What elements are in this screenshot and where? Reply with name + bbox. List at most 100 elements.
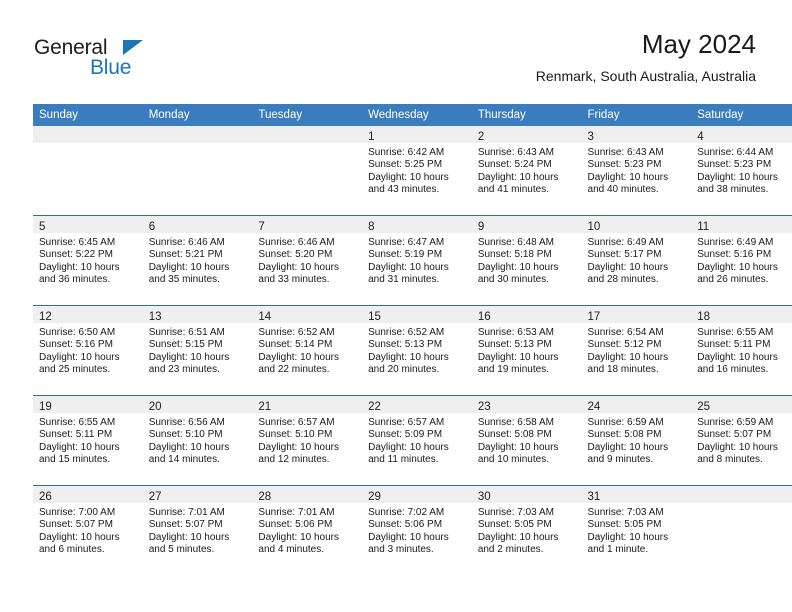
daylight-text-line2: and 18 minutes.: [587, 364, 659, 376]
sunset-text: Sunset: 5:19 PM: [368, 249, 443, 261]
day-number: 26: [39, 491, 52, 503]
day-number-band: 31: [581, 486, 692, 503]
sunrise-text: Sunrise: 6:51 AM: [148, 327, 225, 338]
calendar-day-cell[interactable]: 17 Sunrise: 6:54 AM Sunset: 5:12 PM Dayligh…: [581, 305, 692, 396]
day-number-band: 13: [142, 306, 253, 323]
calendar-day-cell[interactable]: 7 Sunrise: 6:46 AM Sunset: 5:20 PM Daylight…: [252, 215, 363, 306]
calendar-day-cell[interactable]: 2 Sunrise: 6:43 AM Sunset: 5:24 PM Daylight…: [471, 126, 582, 216]
day-number: 5: [39, 221, 46, 233]
day-number-band: 25: [691, 396, 792, 413]
day-cell-details: Sunrise: 7:01 AM Sunset: 5:07 PM Daylight:…: [143, 503, 253, 557]
calendar-day-cell[interactable]: 8 Sunrise: 6:47 AM Sunset: 5:19 PM Daylight…: [362, 215, 472, 306]
sunset-text: Sunset: 5:23 PM: [697, 159, 772, 171]
day-cell-inner: 5 Sunrise: 6:45 AM Sunset: 5:22 PM Daylight…: [33, 216, 143, 305]
calendar-day-cell[interactable]: 29 Sunrise: 7:02 AM Sunset: 5:06 PM Dayligh…: [362, 485, 472, 575]
day-cell-inner: [691, 486, 792, 575]
calendar-day-cell[interactable]: 22 Sunrise: 6:57 AM Sunset: 5:09 PM Dayligh…: [362, 395, 472, 486]
day-number-band: 7: [252, 216, 363, 233]
sunrise-text: Sunrise: 6:52 AM: [368, 327, 445, 338]
day-cell-inner: 23 Sunrise: 6:58 AM Sunset: 5:08 PM Dayligh…: [471, 396, 582, 485]
day-number-band: 22: [362, 396, 472, 413]
calendar-day-cell[interactable]: 5 Sunrise: 6:45 AM Sunset: 5:22 PM Daylight…: [33, 215, 143, 306]
weekday-header-friday: Friday: [581, 104, 692, 126]
day-number: 6: [148, 221, 156, 233]
day-cell-details: Sunrise: 6:59 AM Sunset: 5:08 PM Daylight:…: [582, 413, 692, 467]
calendar-day-cell[interactable]: 12 Sunrise: 6:50 AM Sunset: 5:16 PM Dayligh…: [33, 305, 143, 396]
day-cell-inner: 26 Sunrise: 7:00 AM Sunset: 5:07 PM Dayligh…: [33, 486, 143, 575]
sunset-text: Sunset: 5:24 PM: [477, 159, 552, 171]
calendar-day-cell[interactable]: [33, 126, 143, 216]
calendar-day-cell[interactable]: 10 Sunrise: 6:49 AM Sunset: 5:17 PM Dayligh…: [581, 215, 692, 306]
calendar-day-cell[interactable]: 19 Sunrise: 6:55 AM Sunset: 5:11 PM Dayligh…: [33, 395, 143, 486]
daylight-text-line1: Daylight: 10 hours: [39, 441, 120, 453]
day-number-band: 19: [33, 396, 143, 413]
calendar-day-cell[interactable]: 1 Sunrise: 6:42 AM Sunset: 5:25 PM Daylight…: [362, 126, 472, 216]
calendar-day-cell[interactable]: 27 Sunrise: 7:01 AM Sunset: 5:07 PM Dayligh…: [142, 485, 253, 575]
day-cell-inner: 14 Sunrise: 6:52 AM Sunset: 5:14 PM Dayligh…: [252, 306, 363, 395]
calendar-day-cell[interactable]: [142, 126, 253, 216]
day-number: 21: [258, 401, 272, 413]
day-cell-details: Sunrise: 6:57 AM Sunset: 5:09 PM Daylight:…: [362, 413, 472, 467]
day-cell-details: Sunrise: 6:50 AM Sunset: 5:16 PM Daylight:…: [33, 323, 143, 377]
sunrise-text: Sunrise: 6:44 AM: [697, 147, 774, 158]
calendar-day-cell[interactable]: 6 Sunrise: 6:46 AM Sunset: 5:21 PM Daylight…: [142, 215, 253, 306]
calendar-day-cell[interactable]: 9 Sunrise: 6:48 AM Sunset: 5:18 PM Daylight…: [471, 215, 582, 306]
day-number: 7: [258, 221, 265, 233]
daylight-text-line1: Daylight: 10 hours: [587, 531, 669, 543]
sunrise-text: Sunrise: 7:02 AM: [368, 507, 445, 518]
calendar-day-cell[interactable]: [252, 126, 363, 216]
calendar-day-cell[interactable]: 14 Sunrise: 6:52 AM Sunset: 5:14 PM Dayligh…: [252, 305, 363, 396]
calendar-day-cell[interactable]: 18 Sunrise: 6:55 AM Sunset: 5:11 PM Dayligh…: [691, 305, 792, 396]
calendar-day-cell[interactable]: 21 Sunrise: 6:57 AM Sunset: 5:10 PM Dayligh…: [252, 395, 363, 486]
day-cell-details: Sunrise: 6:46 AM Sunset: 5:20 PM Daylight:…: [252, 233, 362, 287]
calendar-day-cell[interactable]: 13 Sunrise: 6:51 AM Sunset: 5:15 PM Dayligh…: [142, 305, 253, 396]
sunset-text: Sunset: 5:05 PM: [477, 519, 552, 531]
calendar-day-cell[interactable]: 4 Sunrise: 6:44 AM Sunset: 5:23 PM Daylight…: [691, 126, 792, 216]
sunrise-text: Sunrise: 6:47 AM: [368, 237, 445, 248]
sunset-text: Sunset: 5:12 PM: [587, 339, 662, 351]
calendar-day-cell[interactable]: 26 Sunrise: 7:00 AM Sunset: 5:07 PM Dayligh…: [33, 485, 143, 575]
calendar-day-cell[interactable]: [691, 485, 792, 575]
calendar-page: General Blue May 2024 Renmark, South Aus…: [0, 0, 792, 612]
calendar-day-cell[interactable]: 31 Sunrise: 7:03 AM Sunset: 5:05 PM Dayligh…: [581, 485, 692, 575]
day-number-band: 3: [581, 126, 692, 143]
calendar-day-cell[interactable]: 3 Sunrise: 6:43 AM Sunset: 5:23 PM Daylight…: [581, 126, 692, 216]
day-number-band: 9: [471, 216, 582, 233]
day-cell-inner: 29 Sunrise: 7:02 AM Sunset: 5:06 PM Dayligh…: [362, 486, 472, 575]
daylight-text-line2: and 8 minutes.: [697, 454, 763, 466]
calendar-day-cell[interactable]: 15 Sunrise: 6:52 AM Sunset: 5:13 PM Dayligh…: [362, 305, 472, 396]
calendar-day-cell[interactable]: 30 Sunrise: 7:03 AM Sunset: 5:05 PM Dayligh…: [471, 485, 582, 575]
sunrise-text: Sunrise: 7:01 AM: [258, 507, 335, 518]
calendar-day-cell[interactable]: 11 Sunrise: 6:49 AM Sunset: 5:16 PM Dayligh…: [691, 215, 792, 306]
day-number-band: 23: [471, 396, 582, 413]
day-number: 15: [368, 311, 381, 323]
calendar-week-row: 12 Sunrise: 6:50 AM Sunset: 5:16 PM Dayligh…: [33, 305, 792, 396]
calendar-day-cell[interactable]: 25 Sunrise: 6:59 AM Sunset: 5:07 PM Dayligh…: [691, 395, 792, 486]
sunrise-text: Sunrise: 6:59 AM: [697, 417, 774, 428]
day-number: 22: [368, 401, 381, 413]
day-number: 30: [477, 491, 491, 503]
day-number: 23: [477, 401, 491, 413]
calendar-day-cell[interactable]: 16 Sunrise: 6:53 AM Sunset: 5:13 PM Dayligh…: [471, 305, 582, 396]
calendar-day-cell[interactable]: 23 Sunrise: 6:58 AM Sunset: 5:08 PM Dayligh…: [471, 395, 582, 486]
day-cell-details: Sunrise: 6:43 AM Sunset: 5:24 PM Daylight:…: [472, 143, 582, 197]
day-number-band: 29: [362, 486, 472, 503]
calendar-week-row: 1 Sunrise: 6:42 AM Sunset: 5:25 PM Daylight…: [33, 126, 792, 216]
daylight-text-line2: and 10 minutes.: [477, 454, 549, 466]
day-cell-details: Sunrise: 6:51 AM Sunset: 5:15 PM Daylight:…: [143, 323, 253, 377]
calendar-day-cell[interactable]: 20 Sunrise: 6:56 AM Sunset: 5:10 PM Dayligh…: [142, 395, 253, 486]
day-cell-details: Sunrise: 6:52 AM Sunset: 5:14 PM Daylight:…: [252, 323, 362, 377]
sunset-text: Sunset: 5:15 PM: [148, 339, 223, 351]
day-number-band: 12: [33, 306, 143, 323]
daylight-text-line1: Daylight: 10 hours: [477, 171, 559, 183]
day-cell-details: Sunrise: 6:53 AM Sunset: 5:13 PM Daylight:…: [472, 323, 582, 377]
day-cell-inner: 21 Sunrise: 6:57 AM Sunset: 5:10 PM Dayligh…: [252, 396, 363, 485]
calendar-day-cell[interactable]: 28 Sunrise: 7:01 AM Sunset: 5:06 PM Dayligh…: [252, 485, 363, 575]
daylight-text-line1: Daylight: 10 hours: [39, 531, 120, 543]
general-blue-logo[interactable]: General Blue: [34, 36, 234, 86]
day-cell-details: Sunrise: 6:44 AM Sunset: 5:23 PM Daylight:…: [691, 143, 792, 197]
sunset-text: Sunset: 5:14 PM: [258, 339, 333, 351]
day-cell-details: [143, 143, 253, 147]
sunrise-text: Sunrise: 6:58 AM: [477, 417, 554, 428]
calendar-day-cell[interactable]: 24 Sunrise: 6:59 AM Sunset: 5:08 PM Dayligh…: [581, 395, 692, 486]
